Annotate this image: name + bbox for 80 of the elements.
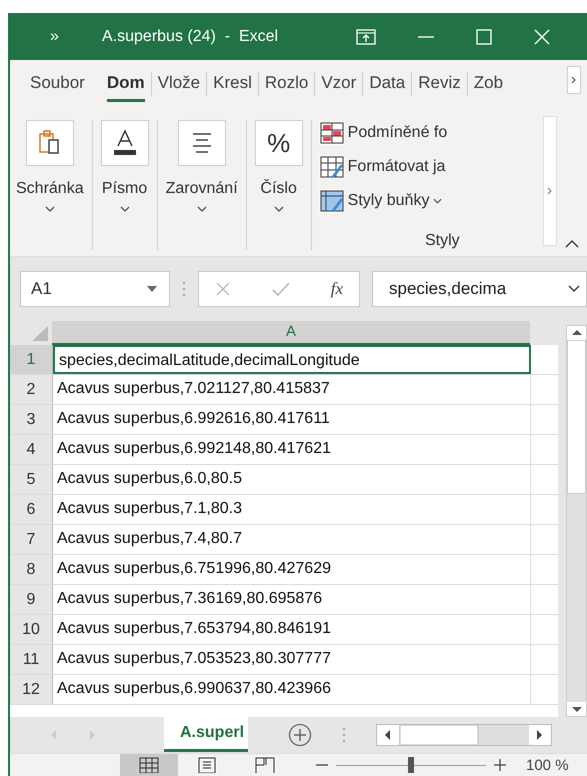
row-header[interactable]: 3 [10, 405, 53, 434]
chevron-down-icon [196, 206, 207, 212]
group-label: Styly [424, 232, 460, 250]
maximize-icon[interactable] [476, 28, 492, 44]
format-table-icon [320, 156, 344, 178]
table-cell[interactable]: Acavus superbus,6.992616,80.417611 [53, 405, 531, 434]
row-header[interactable]: 9 [10, 585, 53, 614]
zoom-out-icon[interactable] [316, 763, 328, 767]
column-header[interactable]: A [52, 321, 530, 345]
row-header[interactable]: 11 [10, 645, 53, 674]
insert-function-button[interactable]: fx [330, 279, 343, 299]
table-cell[interactable]: Acavus superbus,6.992148,80.417621 [53, 435, 531, 464]
chevron-down-icon [274, 206, 284, 212]
view-button[interactable] [120, 754, 178, 776]
row-header[interactable]: 2 [10, 375, 53, 404]
ribbon-tab[interactable]: Rozlo [264, 66, 308, 102]
ribbon-tab[interactable]: Vlože [158, 66, 200, 102]
checkmark-icon[interactable] [272, 281, 290, 297]
row-header[interactable]: 6 [10, 495, 53, 524]
ribbon-tab[interactable]: Zob [474, 66, 504, 102]
table-cell[interactable]: species,decimalLatitude,decimalLongitude [53, 345, 531, 374]
chevron-down-icon [44, 206, 55, 212]
ribbon-tab[interactable]: Vzor [321, 66, 356, 102]
zoom-level[interactable]: 100 % [526, 756, 569, 774]
chevron-down-icon [433, 198, 442, 204]
dropdown-icon [147, 286, 157, 292]
zoom-slider-thumb[interactable] [408, 756, 414, 772]
ribbon-tab[interactable]: Soubor [30, 66, 85, 102]
row-header[interactable]: 4 [10, 435, 53, 464]
percent-icon: % [267, 128, 290, 158]
grip-icon [182, 280, 186, 298]
table-cell[interactable]: Acavus superbus,7.653794,80.846191 [53, 615, 531, 644]
formula-input[interactable]: species,decima [372, 271, 587, 307]
ribbon-group-button[interactable]: Písmo [92, 108, 157, 256]
ribbon-tab[interactable]: Data [369, 66, 406, 102]
font-color-icon [112, 129, 138, 157]
ribbon-tab[interactable]: Dom [106, 66, 145, 102]
row-header[interactable]: 10 [10, 615, 53, 644]
table-cell[interactable]: Acavus superbus,7.36169,80.695876 [53, 585, 531, 614]
window-title: A.superbus (24) - Excel [102, 28, 280, 46]
scroll-right-button[interactable] [567, 66, 581, 94]
styles-menu-item[interactable]: Formátovat ja [320, 150, 464, 184]
chevron-down-icon [568, 285, 580, 293]
row-header[interactable]: 5 [10, 465, 53, 494]
table-cell[interactable]: Acavus superbus,7.1,80.3 [53, 495, 531, 524]
ribbon-group-button[interactable]: % Číslo [246, 108, 311, 256]
sheet-tab[interactable]: A.superl [164, 717, 248, 752]
zoom-in-icon[interactable] [494, 759, 506, 771]
table-cell[interactable]: Acavus superbus,6.990637,80.423966 [53, 675, 531, 704]
table-cell[interactable]: Acavus superbus,6.751996,80.427629 [53, 555, 531, 584]
table-cell[interactable]: Acavus superbus,7.053523,80.307777 [53, 645, 531, 674]
table-cell[interactable]: Acavus superbus,7.021127,80.415837 [53, 375, 531, 404]
name-box[interactable]: A1 [20, 271, 170, 307]
page-break-icon [255, 757, 275, 773]
table-cell[interactable]: Acavus superbus,7.4,80.7 [53, 525, 531, 554]
row-header[interactable]: 1 [10, 345, 53, 374]
conditional-format-icon [320, 122, 344, 144]
styles-menu-item[interactable]: Podmíněné fo [320, 116, 464, 150]
close-icon[interactable] [534, 28, 550, 44]
restore-ribbon-icon[interactable] [356, 28, 376, 44]
row-header[interactable]: 7 [10, 525, 53, 554]
horizontal-scrollbar[interactable] [376, 724, 552, 746]
page-icon [198, 757, 216, 773]
vertical-scrollbar[interactable] [566, 325, 587, 717]
ribbon-group-button[interactable]: Schránka [10, 108, 92, 256]
ribbon-tab[interactable]: Kresl [213, 66, 252, 102]
collapse-ribbon-icon[interactable] [565, 240, 579, 248]
row-header[interactable]: 12 [10, 675, 53, 704]
ribbon-tab[interactable]: Reviz [418, 66, 461, 102]
overflow-button[interactable]: » [50, 28, 68, 46]
ribbon-group-button[interactable]: Zarovnání [158, 108, 246, 256]
add-sheet-icon[interactable] [288, 723, 312, 747]
styles-menu-item[interactable]: Styly buňky [320, 184, 464, 218]
table-cell[interactable]: Acavus superbus,6.0,80.5 [53, 465, 531, 494]
cell-styles-icon [320, 190, 344, 212]
grid-icon [139, 757, 159, 773]
clipboard-icon [38, 130, 62, 156]
grip-icon [342, 726, 346, 744]
chevron-down-icon [120, 206, 130, 212]
row-header[interactable]: 8 [10, 555, 53, 584]
